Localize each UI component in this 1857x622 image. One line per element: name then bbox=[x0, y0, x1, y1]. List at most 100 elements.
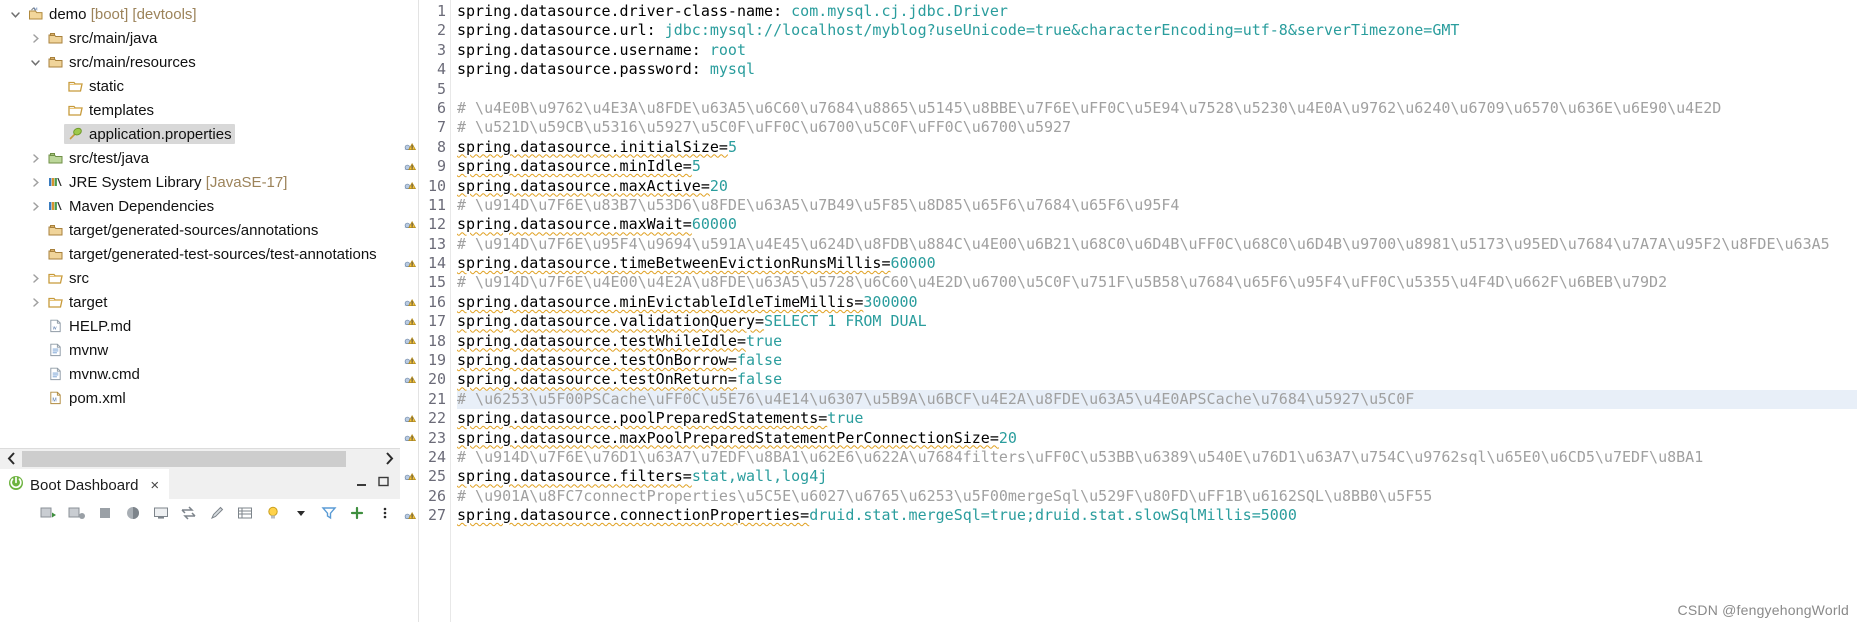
code-line[interactable]: # \u521D\u59CB\u5316\u5927\u5C0F\uFF0C\u… bbox=[457, 118, 1857, 137]
code-line[interactable]: # \u914D\u7F6E\u76D1\u63A7\u7EDF\u8BA1\u… bbox=[457, 448, 1857, 467]
tree-item-pom-xml[interactable]: Mpom.xml bbox=[0, 386, 400, 410]
code-line[interactable]: # \u914D\u7F6E\u95F4\u9694\u591A\u4E45\u… bbox=[457, 235, 1857, 254]
chevron-right-icon[interactable] bbox=[26, 33, 44, 44]
warning-marker-icon[interactable] bbox=[401, 157, 418, 176]
code-line[interactable]: spring.datasource.timeBetweenEvictionRun… bbox=[457, 254, 1857, 273]
filter-icon[interactable] bbox=[319, 504, 338, 523]
properties-icon[interactable] bbox=[235, 504, 254, 523]
code-line[interactable]: # \u6253\u5F00PSCache\uFF0C\u5E76\u4E14\… bbox=[457, 389, 1857, 410]
warning-marker-icon[interactable] bbox=[401, 312, 418, 331]
tree-item-jre-system-library[interactable]: JRE System Library [JavaSE-17] bbox=[0, 170, 400, 194]
open-console-icon[interactable] bbox=[151, 504, 170, 523]
code-line[interactable]: # \u4E0B\u9762\u4E3A\u8FDE\u63A5\u6C60\u… bbox=[457, 99, 1857, 118]
toggle-hints-icon[interactable] bbox=[263, 504, 282, 523]
code-line[interactable] bbox=[457, 80, 1857, 99]
code-line[interactable]: # \u914D\u7F6E\u83B7\u53D6\u8FDE\u63A5\u… bbox=[457, 196, 1857, 215]
warning-marker-icon[interactable] bbox=[401, 177, 418, 196]
code-line[interactable]: spring.datasource.minIdle=5 bbox=[457, 157, 1857, 176]
property-key: spring.datasource.filters= bbox=[457, 467, 692, 486]
tree-item-label: mvnw bbox=[69, 341, 109, 359]
tree-item-label: HELP.md bbox=[69, 317, 132, 335]
code-line[interactable]: spring.datasource.url: jdbc:mysql://loca… bbox=[457, 21, 1857, 40]
tree-item-application-properties[interactable]: application.properties bbox=[0, 122, 400, 146]
line-number: 24 bbox=[427, 447, 446, 466]
code-line[interactable]: spring.datasource.testOnReturn=false bbox=[457, 370, 1857, 389]
warning-marker-icon[interactable] bbox=[401, 351, 418, 370]
warning-marker-icon[interactable] bbox=[401, 409, 418, 428]
tree-item-mvnw[interactable]: mvnw bbox=[0, 338, 400, 362]
code-line[interactable]: # \u901A\u8FC7connectProperties\u5C5E\u6… bbox=[457, 487, 1857, 506]
open-browser-icon[interactable] bbox=[123, 504, 142, 523]
folder-icon bbox=[65, 77, 85, 95]
warning-marker-icon[interactable] bbox=[401, 429, 418, 448]
tree-item-help-md[interactable]: w HELP.md bbox=[0, 314, 400, 338]
code-line[interactable]: spring.datasource.maxActive=20 bbox=[457, 177, 1857, 196]
properties-file-icon bbox=[65, 125, 85, 143]
warning-marker-icon[interactable] bbox=[401, 138, 418, 157]
maximize-icon[interactable] bbox=[377, 475, 390, 493]
chevron-right-icon[interactable] bbox=[26, 153, 44, 164]
code-line[interactable]: spring.datasource.minEvictableIdleTimeMi… bbox=[457, 293, 1857, 312]
minimize-icon[interactable] bbox=[355, 475, 368, 493]
tree-scroll-track[interactable] bbox=[22, 448, 378, 469]
warning-marker-icon[interactable] bbox=[401, 467, 418, 486]
tree-item-src-main-resources[interactable]: src/main/resources bbox=[0, 50, 400, 74]
tree-item-maven-dependencies[interactable]: Maven Dependencies bbox=[0, 194, 400, 218]
tree-item-templates[interactable]: templates bbox=[0, 98, 400, 122]
tree-item-target-generated-test-sources-test-annotations[interactable]: target/generated-test-sources/test-annot… bbox=[0, 242, 400, 266]
start-icon[interactable] bbox=[39, 504, 58, 523]
view-options-icon[interactable] bbox=[375, 504, 394, 523]
code-line[interactable]: # \u914D\u7F6E\u4E00\u4E2A\u8FDE\u63A5\u… bbox=[457, 273, 1857, 292]
chevron-right-icon[interactable] bbox=[26, 177, 44, 188]
code-line[interactable]: spring.datasource.maxWait=60000 bbox=[457, 215, 1857, 234]
tree-horizontal-scrollbar[interactable] bbox=[0, 448, 400, 469]
code-line[interactable]: spring.datasource.username: root bbox=[457, 41, 1857, 60]
property-key: spring.datasource.initialSize= bbox=[457, 137, 728, 156]
warning-marker-icon[interactable] bbox=[401, 370, 418, 389]
chevron-right-icon[interactable] bbox=[26, 297, 44, 308]
add-icon[interactable] bbox=[347, 504, 366, 523]
chevron-right-icon[interactable] bbox=[26, 201, 44, 212]
warning-marker-icon[interactable] bbox=[401, 332, 418, 351]
editor-code-area[interactable]: spring.datasource.driver-class-name: com… bbox=[451, 0, 1857, 622]
chevron-right-icon[interactable] bbox=[26, 273, 44, 284]
chevron-down-icon[interactable] bbox=[6, 9, 24, 20]
warning-marker-icon[interactable] bbox=[401, 215, 418, 234]
code-line[interactable]: spring.datasource.testWhileIdle=true bbox=[457, 332, 1857, 351]
tab-boot-dashboard[interactable]: Boot Dashboard × bbox=[0, 469, 170, 499]
code-line[interactable]: spring.datasource.connectionProperties=d… bbox=[457, 506, 1857, 525]
debug-icon[interactable] bbox=[67, 504, 86, 523]
tree-item-src-main-java[interactable]: src/main/java bbox=[0, 26, 400, 50]
stop-icon[interactable] bbox=[95, 504, 114, 523]
warning-marker-icon[interactable] bbox=[401, 254, 418, 273]
redeploy-icon[interactable] bbox=[179, 504, 198, 523]
boot-dashboard-content[interactable] bbox=[0, 527, 400, 622]
chevron-down-icon[interactable] bbox=[26, 57, 44, 68]
scroll-left-arrow-icon[interactable] bbox=[0, 448, 22, 469]
tree-item-static[interactable]: static bbox=[0, 74, 400, 98]
close-icon[interactable]: × bbox=[150, 478, 159, 493]
editor-marker-ruler[interactable] bbox=[401, 0, 419, 622]
scroll-right-arrow-icon[interactable] bbox=[378, 448, 400, 469]
tree-scroll-thumb[interactable] bbox=[22, 450, 346, 467]
tree-item-target[interactable]: target bbox=[0, 290, 400, 314]
code-line[interactable]: spring.datasource.validationQuery=SELECT… bbox=[457, 312, 1857, 331]
code-line[interactable]: spring.datasource.poolPreparedStatements… bbox=[457, 409, 1857, 428]
warning-marker-icon[interactable] bbox=[401, 293, 418, 312]
code-line[interactable]: spring.datasource.driver-class-name: com… bbox=[457, 2, 1857, 21]
tree-item-src-test-java[interactable]: src/test/java bbox=[0, 146, 400, 170]
project-tree[interactable]: Mdemo [boot] [devtools] src/main/java src/… bbox=[0, 0, 400, 448]
tree-item-src[interactable]: src bbox=[0, 266, 400, 290]
tree-item-demo[interactable]: Mdemo [boot] [devtools] bbox=[0, 2, 400, 26]
code-line[interactable]: spring.datasource.maxPoolPreparedStateme… bbox=[457, 429, 1857, 448]
edit-icon[interactable] bbox=[207, 504, 226, 523]
text-editor[interactable]: 1 2 3 4 5 6 7 8 9 10 11 12 13 14 15 16 17 18 19 20 21 22 23 24 2… bbox=[401, 0, 1857, 622]
view-menu-icon[interactable] bbox=[291, 504, 310, 523]
code-line[interactable]: spring.datasource.filters=stat,wall,log4… bbox=[457, 467, 1857, 486]
code-line[interactable]: spring.datasource.password: mysql bbox=[457, 60, 1857, 79]
code-line[interactable]: spring.datasource.initialSize=5 bbox=[457, 138, 1857, 157]
warning-marker-icon[interactable] bbox=[401, 506, 418, 525]
tree-item-target-generated-sources-annotations[interactable]: target/generated-sources/annotations bbox=[0, 218, 400, 242]
code-line[interactable]: spring.datasource.testOnBorrow=false bbox=[457, 351, 1857, 370]
tree-item-mvnw-cmd[interactable]: mvnw.cmd bbox=[0, 362, 400, 386]
